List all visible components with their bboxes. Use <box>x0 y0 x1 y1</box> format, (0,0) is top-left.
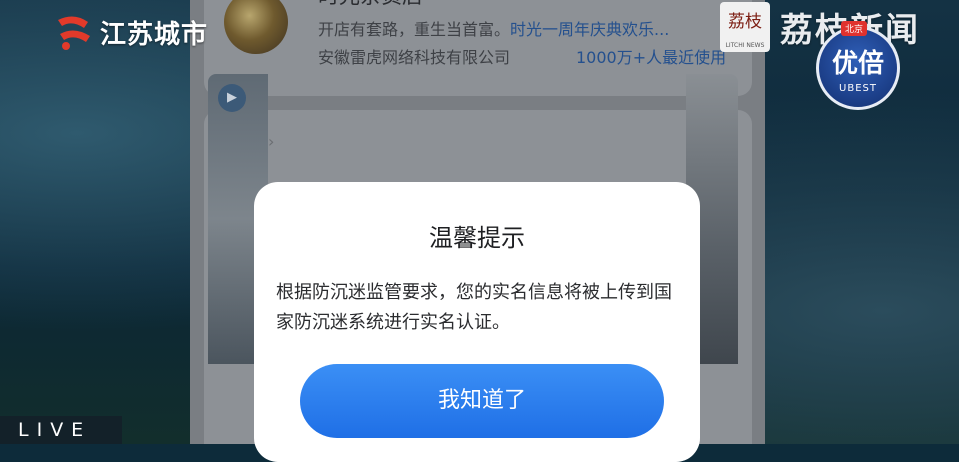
mini-program-card[interactable]: 时光杂货店 开店有套路，重生当首富。时光一周年庆典欢乐... 安徽雷虎网络科技有… <box>204 0 752 96</box>
ubest-badge: 北京 优倍 UBEST <box>816 21 900 110</box>
acknowledge-button[interactable]: 我知道了 <box>300 364 664 438</box>
chevron-right-icon: › <box>268 132 275 151</box>
recent-users-count: 1000万+人最近使用 <box>576 48 727 67</box>
dialog-title: 温馨提示 <box>429 224 525 252</box>
ubest-main-text: 优倍 <box>831 49 884 79</box>
shop-description-highlight: 时光一周年庆典欢乐... <box>510 20 670 39</box>
play-icon: ▶ <box>218 84 246 112</box>
notice-dialog: 温馨提示 根据防沉迷监管要求，您的实名信息将被上传到国家防沉迷系统进行实名认证。… <box>254 182 700 462</box>
dialog-message: 根据防沉迷监管要求，您的实名信息将被上传到国家防沉迷系统进行实名认证。 <box>276 282 672 333</box>
channel-logo: 江苏城市 <box>54 12 208 52</box>
lizhi-logo-sub: LITCHI NEWS <box>725 42 765 49</box>
lizhi-logo-icon: 荔枝 LITCHI NEWS <box>720 2 770 52</box>
shop-description-text: 开店有套路，重生当首富。 <box>318 20 511 39</box>
shop-thumbnail <box>224 0 288 54</box>
channel-logo-text: 江苏城市 <box>100 19 209 50</box>
shop-title: 时光杂货店 <box>318 0 423 10</box>
live-label: LIVE <box>0 416 122 444</box>
shop-description: 开店有套路，重生当首富。时光一周年庆典欢乐... <box>318 16 669 40</box>
lizhi-logo-char: 荔枝 <box>728 12 762 32</box>
company-name: 安徽雷虎网络科技有限公司 <box>318 48 511 67</box>
ubest-tag: 北京 <box>841 21 868 36</box>
ubest-sub-text: UBEST <box>839 83 877 94</box>
channel-logo-icon <box>54 12 94 52</box>
